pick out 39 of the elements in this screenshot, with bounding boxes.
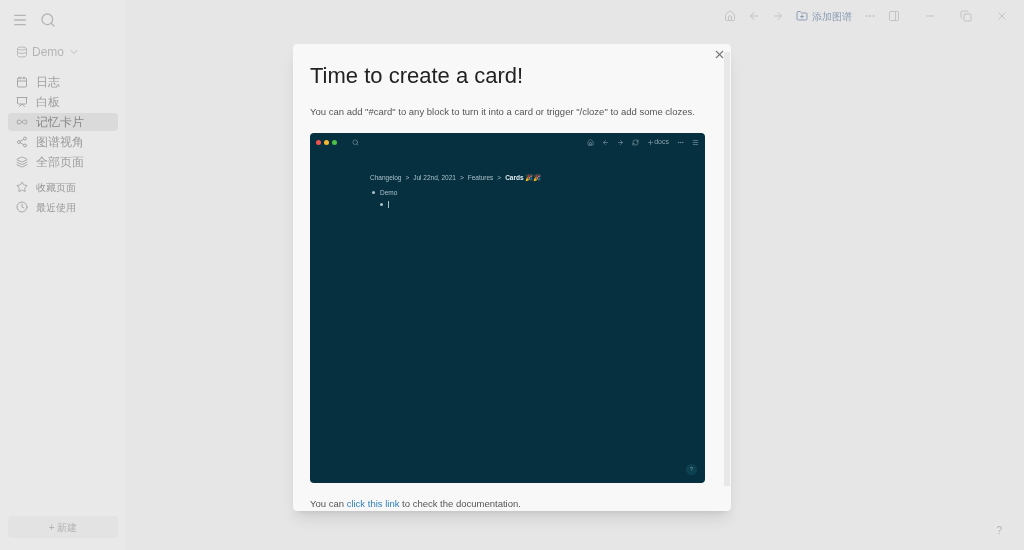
forward-icon[interactable] [772, 10, 784, 22]
sidebar-item[interactable]: 日志 [8, 72, 118, 91]
home-icon [587, 138, 595, 146]
clock-icon [16, 201, 28, 213]
calendar-icon [16, 75, 28, 88]
text-cursor-icon [388, 201, 389, 208]
intro-text: You can add "#card" to any block to turn it into a card or trigger "/cloze" to add some clozes. [310, 105, 696, 119]
star-icon [16, 181, 28, 193]
plus-icon [647, 138, 655, 146]
documentation-link[interactable]: click this link [346, 497, 400, 509]
forward-icon [617, 138, 625, 146]
sidebar-item[interactable]: 图谱视角 [8, 132, 118, 151]
restore-icon[interactable] [960, 10, 972, 22]
search-icon[interactable] [40, 12, 56, 28]
sidebar-item[interactable]: 全部页面 [8, 152, 118, 171]
board-icon [16, 95, 28, 108]
sidebar-toggle-icon[interactable] [888, 10, 900, 22]
folder-icon [796, 10, 808, 22]
add-graph-button[interactable]: 添加图谱 [796, 8, 852, 24]
sidebar-section[interactable]: 最近使用 [8, 199, 118, 215]
home-icon[interactable] [724, 10, 736, 22]
back-icon[interactable] [748, 10, 760, 22]
sidebar-item[interactable]: 白板 [8, 92, 118, 111]
menu-icon[interactable] [12, 12, 28, 28]
bullet-icon [372, 191, 375, 194]
sidebar-item[interactable]: 记忆卡片 [8, 112, 118, 131]
sidebar-section[interactable]: 收藏页面 [8, 179, 118, 195]
footer-text: You can click this link to check the documentation. [310, 496, 522, 511]
dialog-title: Time to create a card! [310, 62, 525, 90]
database-icon [16, 46, 28, 58]
help-button[interactable]: ? [996, 523, 1002, 538]
sync-icon [632, 138, 640, 146]
search-icon [352, 138, 359, 146]
close-icon[interactable] [713, 48, 726, 61]
graph-icon [16, 135, 28, 148]
bullet-icon [380, 203, 383, 206]
menu-icon [692, 138, 699, 146]
pages-icon [16, 155, 28, 168]
back-icon [602, 138, 610, 146]
